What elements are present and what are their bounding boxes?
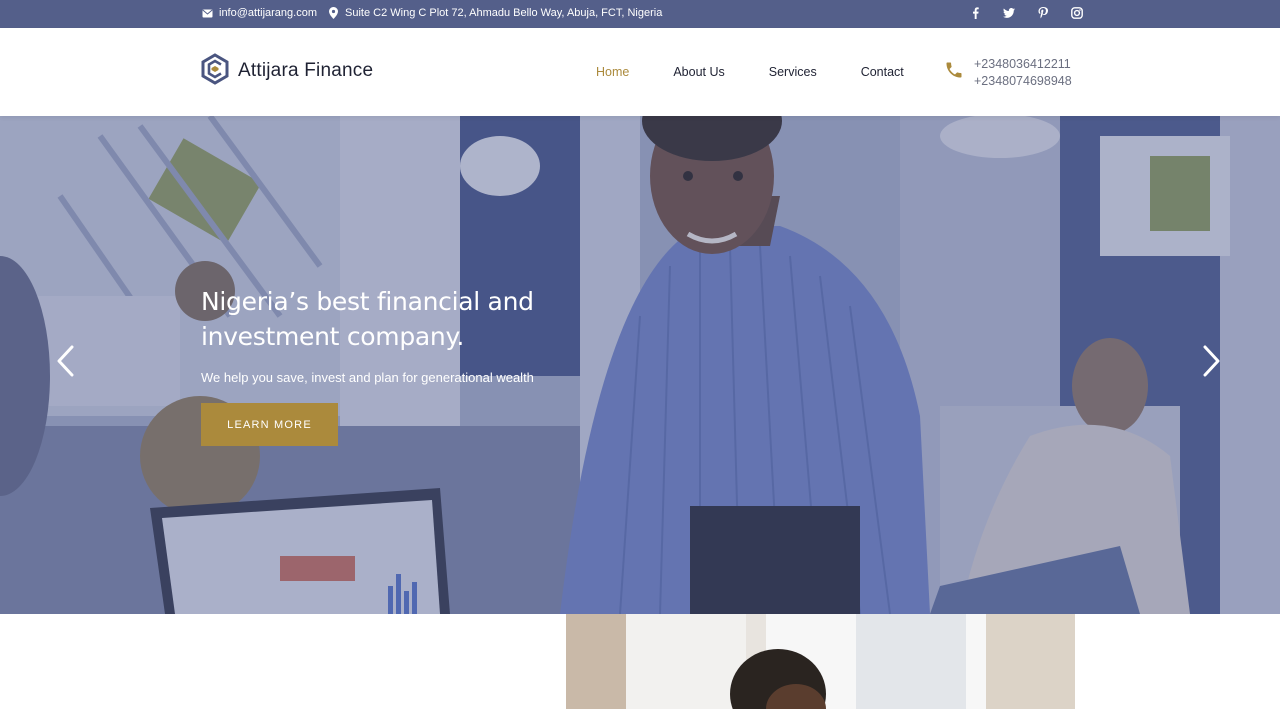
hero-slider: Nigeria’s best financial and investment …: [0, 116, 1280, 614]
instagram-icon[interactable]: [1060, 0, 1094, 26]
phone-icon: [944, 60, 964, 85]
social-links: [958, 0, 1094, 26]
chevron-right-icon: [1203, 345, 1221, 382]
phone-number-2[interactable]: +2348074698948: [974, 74, 1072, 88]
nav-home[interactable]: Home: [574, 65, 651, 79]
learn-more-button[interactable]: LEARN MORE: [201, 403, 338, 446]
about-section: [0, 614, 1280, 709]
chevron-left-icon: [56, 345, 74, 382]
topbar-address: Suite C2 Wing C Plot 72, Ahmadu Bello Wa…: [327, 0, 662, 26]
site-header: Attijara Finance Home About Us Services …: [0, 28, 1280, 116]
logo-text: Attijara Finance: [238, 60, 374, 81]
hero-subtitle: We help you save, invest and plan for ge…: [201, 370, 534, 385]
facebook-icon[interactable]: [958, 0, 992, 26]
logo[interactable]: Attijara Finance: [200, 52, 374, 90]
top-bar: info@attijarang.com Suite C2 Wing C Plot…: [0, 0, 1280, 28]
slider-next-button[interactable]: [1197, 345, 1227, 378]
hero-overlay: [0, 116, 1280, 614]
logo-icon: [200, 52, 230, 90]
main-nav: Home About Us Services Contact: [574, 28, 926, 116]
phone-number-1[interactable]: +2348036412211: [974, 57, 1072, 71]
nav-services[interactable]: Services: [747, 65, 839, 79]
slider-prev-button[interactable]: [50, 345, 80, 378]
envelope-icon: [201, 7, 213, 19]
nav-contact[interactable]: Contact: [839, 65, 926, 79]
topbar-email[interactable]: info@attijarang.com: [201, 0, 317, 26]
header-phones: +2348036412211 +2348074698948: [944, 52, 1072, 92]
topbar-address-text: Suite C2 Wing C Plot 72, Ahmadu Bello Wa…: [345, 7, 663, 19]
about-image: [566, 614, 1075, 709]
twitter-icon[interactable]: [992, 0, 1026, 26]
nav-about-us[interactable]: About Us: [651, 65, 746, 79]
topbar-email-text: info@attijarang.com: [219, 7, 317, 19]
pinterest-icon[interactable]: [1026, 0, 1060, 26]
map-pin-icon: [327, 7, 339, 19]
hero-title: Nigeria’s best financial and investment …: [201, 287, 534, 351]
